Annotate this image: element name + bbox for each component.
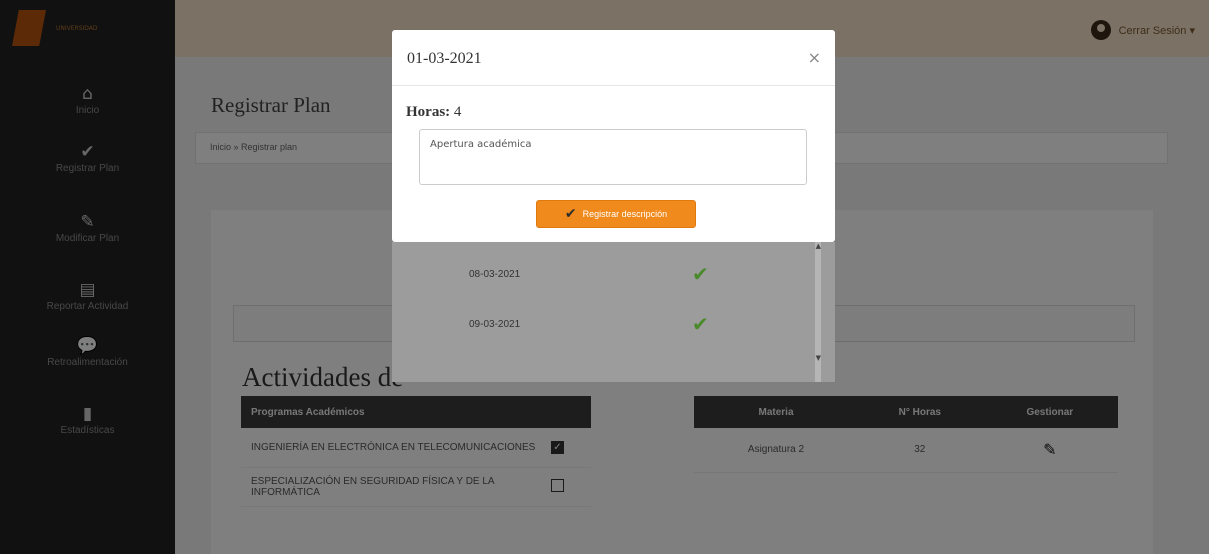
description-modal: 01-03-2021 × Horas: 4 Apertura académica… bbox=[392, 30, 835, 242]
dates-list-modal: 08-03-2021 ✔ 09-03-2021 ✔ ▲ ▼ bbox=[392, 242, 835, 382]
description-field[interactable]: Apertura académica bbox=[419, 129, 807, 185]
scroll-down-icon[interactable]: ▼ bbox=[816, 354, 821, 362]
hours-value: 4 bbox=[453, 104, 462, 120]
hours-label: Horas: bbox=[406, 104, 451, 120]
check-icon: ✔ bbox=[564, 206, 577, 222]
list-date: 09-03-2021 bbox=[469, 319, 521, 330]
modal-header: 01-03-2021 × bbox=[392, 30, 835, 86]
modal-title: 01-03-2021 bbox=[407, 50, 482, 67]
list-date: 08-03-2021 bbox=[469, 269, 521, 280]
check-icon: ✔ bbox=[692, 262, 709, 286]
list-item: 09-03-2021 ✔ bbox=[392, 300, 812, 350]
scroll-up-icon[interactable]: ▲ bbox=[816, 242, 821, 250]
close-icon[interactable]: × bbox=[808, 48, 821, 67]
list-item: 08-03-2021 ✔ bbox=[392, 250, 812, 300]
hours-display: Horas: 4 bbox=[406, 104, 461, 121]
check-icon: ✔ bbox=[692, 312, 709, 336]
register-description-label: Registrar descripción bbox=[582, 209, 668, 219]
register-description-button[interactable]: ✔ Registrar descripción bbox=[536, 200, 696, 228]
